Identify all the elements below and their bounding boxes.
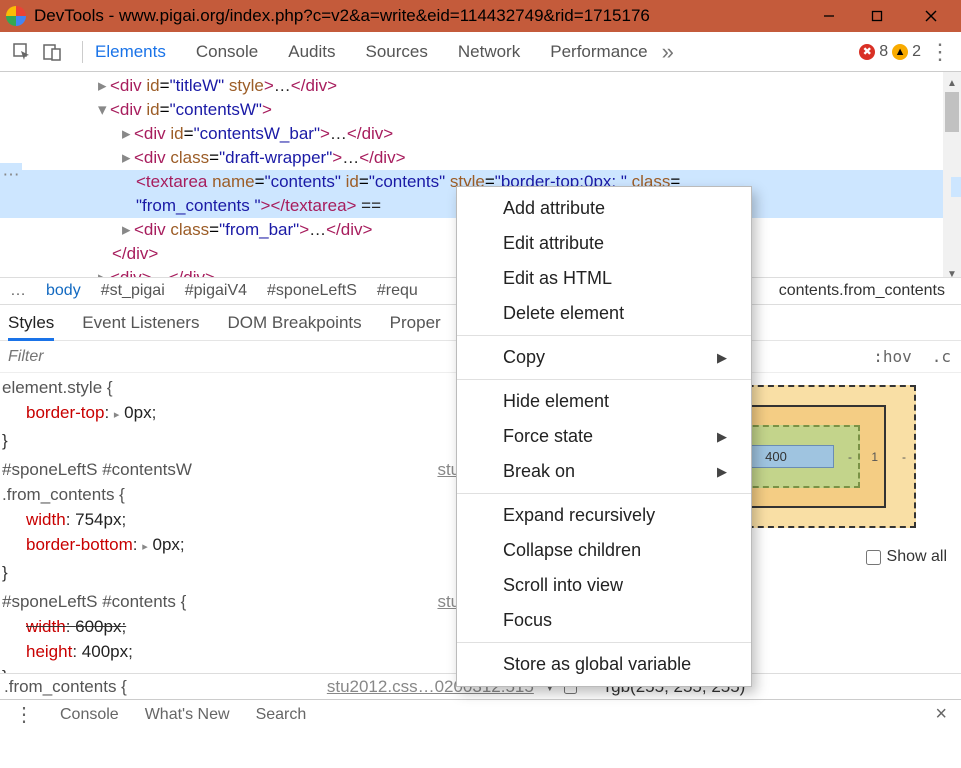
app-icon: [6, 6, 26, 26]
tab-sources[interactable]: Sources: [366, 42, 428, 62]
rule-selector[interactable]: element.style {: [2, 378, 113, 397]
warning-count: 2: [912, 43, 921, 61]
context-menu-item[interactable]: Edit as HTML: [457, 261, 751, 296]
box-content: 400: [765, 449, 787, 464]
crumb-item[interactable]: #st_pigai: [101, 282, 165, 300]
subtab-dom-breakpoints[interactable]: DOM Breakpoints: [227, 313, 361, 333]
tab-audits[interactable]: Audits: [288, 42, 335, 62]
crumb-item[interactable]: #sponeLeftS: [267, 282, 357, 300]
tab-performance[interactable]: Performance: [550, 42, 647, 62]
context-menu-item[interactable]: Delete element: [457, 296, 751, 331]
devtools-toolbar: Elements Console Audits Sources Network …: [0, 32, 961, 72]
context-menu-separator: [457, 335, 751, 336]
scroll-up-icon[interactable]: ▲: [945, 72, 959, 86]
window-titlebar: DevTools - www.pigai.org/index.php?c=v2&…: [0, 0, 961, 32]
submenu-arrow-icon: ▶: [717, 429, 727, 445]
context-menu-item[interactable]: Add attribute: [457, 191, 751, 226]
warning-icon: ▲: [892, 44, 908, 60]
drawer-tab-whatsnew[interactable]: What's New: [145, 706, 230, 724]
gutter-dots: ⋯: [0, 163, 22, 187]
context-menu-item[interactable]: Store as global variable: [457, 647, 751, 682]
context-menu-item[interactable]: Force state▶: [457, 419, 751, 454]
elements-scrollbar[interactable]: ▲ ▼: [943, 72, 961, 277]
crumb-item[interactable]: #pigaiV4: [185, 282, 247, 300]
context-menu-separator: [457, 493, 751, 494]
minimap-highlight: [951, 177, 961, 197]
issue-counter[interactable]: ✖ 8 ▲ 2: [859, 43, 921, 61]
tab-elements[interactable]: Elements: [95, 42, 166, 62]
caret-down-icon[interactable]: ▾: [98, 98, 110, 122]
context-menu-item[interactable]: Copy▶: [457, 340, 751, 375]
crumb-item[interactable]: #requ: [377, 282, 418, 300]
context-menu: Add attributeEdit attributeEdit as HTMLD…: [456, 186, 752, 687]
drawer-tabs: ⋮ Console What's New Search ×: [0, 699, 961, 729]
context-menu-item[interactable]: Expand recursively: [457, 498, 751, 533]
error-count: 8: [879, 43, 888, 61]
hov-toggle[interactable]: :hov: [863, 347, 922, 366]
context-menu-item[interactable]: Break on▶: [457, 454, 751, 489]
show-all-checkbox[interactable]: [866, 550, 881, 565]
caret-icon[interactable]: ▸: [98, 266, 110, 277]
minimize-button[interactable]: [805, 0, 853, 32]
error-icon: ✖: [859, 44, 875, 60]
inspect-icon[interactable]: [10, 40, 34, 64]
context-menu-item[interactable]: Edit attribute: [457, 226, 751, 261]
context-menu-separator: [457, 379, 751, 380]
tab-console[interactable]: Console: [196, 42, 258, 62]
subtab-styles[interactable]: Styles: [8, 313, 54, 341]
drawer-close-icon[interactable]: ×: [935, 703, 947, 726]
panel-tabs: Elements Console Audits Sources Network …: [95, 42, 648, 62]
crumb-body[interactable]: body: [46, 282, 81, 300]
close-button[interactable]: [901, 0, 961, 32]
scroll-down-icon[interactable]: ▼: [945, 263, 959, 277]
caret-icon[interactable]: ▸: [122, 146, 134, 170]
device-toggle-icon[interactable]: [40, 40, 64, 64]
context-menu-item[interactable]: Focus: [457, 603, 751, 638]
kebab-menu-icon[interactable]: ⋮: [929, 39, 951, 65]
context-menu-item[interactable]: Scroll into view: [457, 568, 751, 603]
maximize-button[interactable]: [853, 0, 901, 32]
caret-icon[interactable]: ▸: [98, 74, 110, 98]
cls-toggle[interactable]: .c: [922, 347, 961, 366]
caret-icon[interactable]: ▸: [122, 122, 134, 146]
breadcrumb-overflow[interactable]: …: [10, 282, 26, 300]
window-title: DevTools - www.pigai.org/index.php?c=v2&…: [34, 6, 805, 26]
submenu-arrow-icon: ▶: [717, 350, 727, 366]
more-tabs-icon[interactable]: »: [662, 39, 674, 65]
drawer-menu-icon[interactable]: ⋮: [14, 702, 34, 727]
context-menu-item[interactable]: Collapse children: [457, 533, 751, 568]
drawer-tab-search[interactable]: Search: [256, 706, 307, 724]
context-menu-separator: [457, 642, 751, 643]
subtab-event-listeners[interactable]: Event Listeners: [82, 313, 199, 333]
tab-network[interactable]: Network: [458, 42, 520, 62]
context-menu-item[interactable]: Hide element: [457, 384, 751, 419]
show-all-toggle[interactable]: Show all: [866, 548, 947, 566]
caret-icon[interactable]: ▸: [122, 218, 134, 242]
crumb-current[interactable]: contents.from_contents: [773, 282, 951, 300]
subtab-properties[interactable]: Proper: [390, 313, 441, 333]
scroll-thumb[interactable]: [945, 92, 959, 132]
drawer-tab-console[interactable]: Console: [60, 706, 119, 724]
submenu-arrow-icon: ▶: [717, 464, 727, 480]
